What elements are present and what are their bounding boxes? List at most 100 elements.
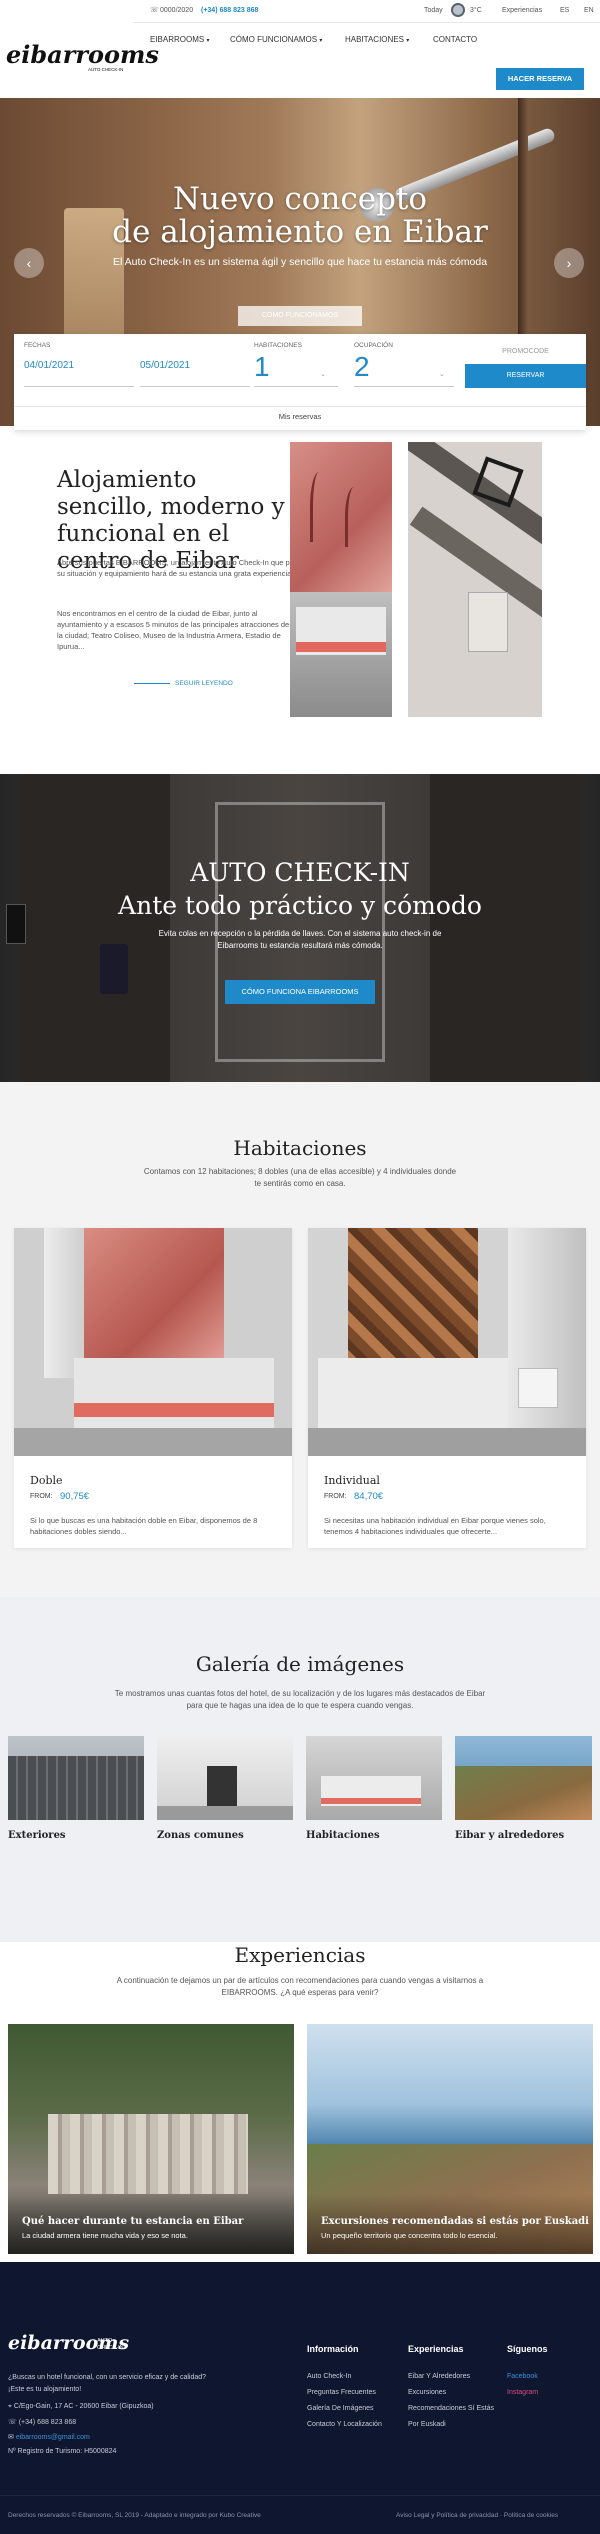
footer-link-eibar[interactable]: Eibar Y Alrededores [408,2373,470,2380]
email-icon: ✉ [8,2434,16,2441]
weather-icon [451,3,465,17]
footer-intro-2: ¡Este es tu alojamiento! [8,2386,82,2393]
chevron-down-icon: ▾ [406,38,410,44]
gallery-habitaciones-image[interactable] [306,1736,442,1820]
nav-item-habitaciones[interactable]: HABITACIONES ▾ [345,35,409,44]
gallery-title: Galería de imágenes [195,1652,405,1676]
room-price: 90,75€ [60,1491,90,1502]
chevron-down-icon: ▾ [319,38,323,44]
phone-icon: ☏ [8,2419,19,2426]
occupancy-select[interactable]: 2 [354,352,370,382]
logo-tagline: AUTO CHECK-IN [88,67,124,72]
room-name: Doble [30,1474,63,1487]
footer-logo-tagline-2: CHECK-IN [97,2345,124,2351]
room-description: Si lo que buscas es una habitación doble… [30,1516,258,1536]
weather-temperature: 3°C [470,7,482,14]
footer-link-instagram[interactable]: Instagram [507,2389,538,2396]
checkin-text: Evita colas en recepción o la pérdida de… [158,929,442,950]
gallery-exteriores-image[interactable] [8,1736,144,1820]
hero-title: Nuevo concepto de alojamiento en Eibar [0,183,600,249]
experience-card-eibar[interactable]: Qué hacer durante tu estancia en Eibar L… [8,2024,294,2254]
checkin-underline [24,386,134,387]
footer-link-gallery[interactable]: Galería De Imágenes [307,2405,374,2412]
footer-registry: Nº Registro de Turismo: H5000824 [8,2448,117,2455]
checkin-date-field[interactable]: 04/01/2021 [24,360,74,371]
booking-divider [14,406,586,407]
gallery-subtitle: Te mostramos unas cuantas fotos del hote… [114,1689,486,1710]
chevron-right-icon: › [566,255,572,271]
hero-subtitle: El Auto Check-In es un sistema ágil y se… [112,256,488,268]
footer-link-auto-checkin[interactable]: Auto Check-In [307,2373,351,2380]
how-it-works-button[interactable]: CÓMO FUNCIONA EIBARROOMS [225,980,375,1004]
promocode-input[interactable]: PROMOCODE [465,348,586,355]
footer-info-title: Información [307,2344,359,2354]
checkin-title: AUTO CHECK-IN Ante todo práctico y cómod… [0,856,600,922]
footer-divider [0,2495,600,2496]
footer-link-facebook[interactable]: Facebook [507,2373,538,2380]
gallery-eibar-image[interactable] [455,1736,592,1820]
book-button[interactable]: RESERVAR [465,364,586,388]
hero-cta-button[interactable]: CÓMO FUNCIONAMOS [238,306,362,326]
nav-item-label: EIBARROOMS [150,35,205,44]
top-bar: ☏ 0000/2020 (+34) 688 823 868 Today 3°C … [133,0,600,22]
gallery-caption-habitaciones[interactable]: Habitaciones [306,1830,380,1841]
gallery-caption-exteriores[interactable]: Exteriores [8,1830,66,1841]
keycard-image [100,944,128,994]
site-footer [0,2262,600,2534]
chevron-left-icon: ‹ [26,255,32,271]
gallery-caption-eibar[interactable]: Eibar y alrededores [455,1830,564,1841]
room-card-individual[interactable]: Individual FROM: 84,70€ Si necesitas una… [308,1228,586,1548]
site-logo[interactable]: eibarrooms AUTO CHECK-IN [6,40,159,76]
weather-today-label: Today [424,7,443,14]
gallery-zonas-comunes-image[interactable] [157,1736,293,1820]
slider-next-button[interactable]: › [554,248,584,278]
auto-checkin-banner: AUTO CHECK-IN Ante todo práctico y cómod… [0,774,600,1082]
read-more-link[interactable]: SEGUIR LEYENDO [175,680,233,687]
lang-en-link[interactable]: EN [584,7,594,14]
room-card-doble[interactable]: Doble FROM: 90,75€ Si lo que buscas es u… [14,1228,292,1548]
lang-es-link[interactable]: ES [560,7,569,14]
footer-link-faq[interactable]: Preguntas Frecuentes [307,2389,376,2396]
footer-intro-1: ¿Buscas un hotel funcional, con un servi… [8,2374,207,2381]
door-panel-right [430,774,580,1082]
dates-label: FECHAS [24,342,51,349]
nav-item-contacto[interactable]: CONTACTO [433,35,477,44]
chevron-down-icon: ⌄ [320,371,326,378]
experience-card-euskadi[interactable]: Excursiones recomendadas si estás por Eu… [307,2024,593,2254]
experience-title: Qué hacer durante tu estancia en Eibar [22,2216,244,2227]
nav-item-como-funcionamos[interactable]: CÓMO FUNCIONAMOS ▾ [230,35,322,44]
rooms-title: Habitaciones [233,1136,367,1160]
staircase-image [408,442,542,717]
slider-prev-button[interactable]: ‹ [14,248,44,278]
rooms-underline [254,386,338,387]
experience-description: La ciudad armera tiene mucha vida y eso … [22,2231,188,2240]
footer-email[interactable]: ✉ eibarrooms@gmail.com [8,2433,90,2441]
footer-copyright: Derechos reservados © Eibarrooms, SL 201… [8,2512,261,2519]
footer-follow-title: Síguenos [507,2344,548,2354]
phone-icon: ☏ [150,7,159,14]
footer-address: ⌖ C/Ego-Gain, 17 AC - 20600 Eibar (Gipuz… [8,2403,154,2411]
topbar-experiences-link[interactable]: Experiencias [502,7,542,14]
nav-item-eibarrooms[interactable]: EIBARROOMS ▾ [150,35,209,44]
topbar-phone[interactable]: (+34) 688 823 868 [201,7,258,14]
footer-link-excursions[interactable]: Excursiones [408,2389,446,2396]
footer-legal-links[interactable]: Aviso Legal y Política de privacidad · P… [396,2512,558,2519]
footer-link-recommendations[interactable]: Recomendaciones Sí Estás [408,2405,494,2412]
footer-logo-tagline-1: AUTO [97,2338,113,2344]
footer-link-contact[interactable]: Contacto Y Localización [307,2421,382,2428]
my-bookings-link[interactable]: Mis reservas [14,412,586,421]
checkout-underline [140,386,250,387]
footer-link-euskadi[interactable]: Por Euskadi [408,2421,446,2428]
footer-phone[interactable]: ☏ (+34) 688 823 868 [8,2418,76,2426]
nav-item-label: HABITACIONES [345,35,404,44]
footer-address-text: C/Ego-Gain, 17 AC - 20600 Eibar (Gipuzko… [13,2403,154,2410]
gallery-caption-zonas-comunes[interactable]: Zonas comunes [157,1830,244,1841]
chevron-down-icon: ⌄ [439,371,445,378]
room-description: Si necesitas una habitación individual e… [324,1516,546,1536]
checkout-date-field[interactable]: 05/01/2021 [140,360,190,371]
make-reservation-button[interactable]: HACER RESERVA [496,68,584,90]
experiences-title: Experiencias [234,1943,366,1967]
footer-logo-tagline: AUTO CHECK-IN [97,2338,124,2352]
rooms-select[interactable]: 1 [254,352,270,382]
booking-widget: FECHAS 04/01/2021 05/01/2021 HABITACIONE… [14,334,586,430]
